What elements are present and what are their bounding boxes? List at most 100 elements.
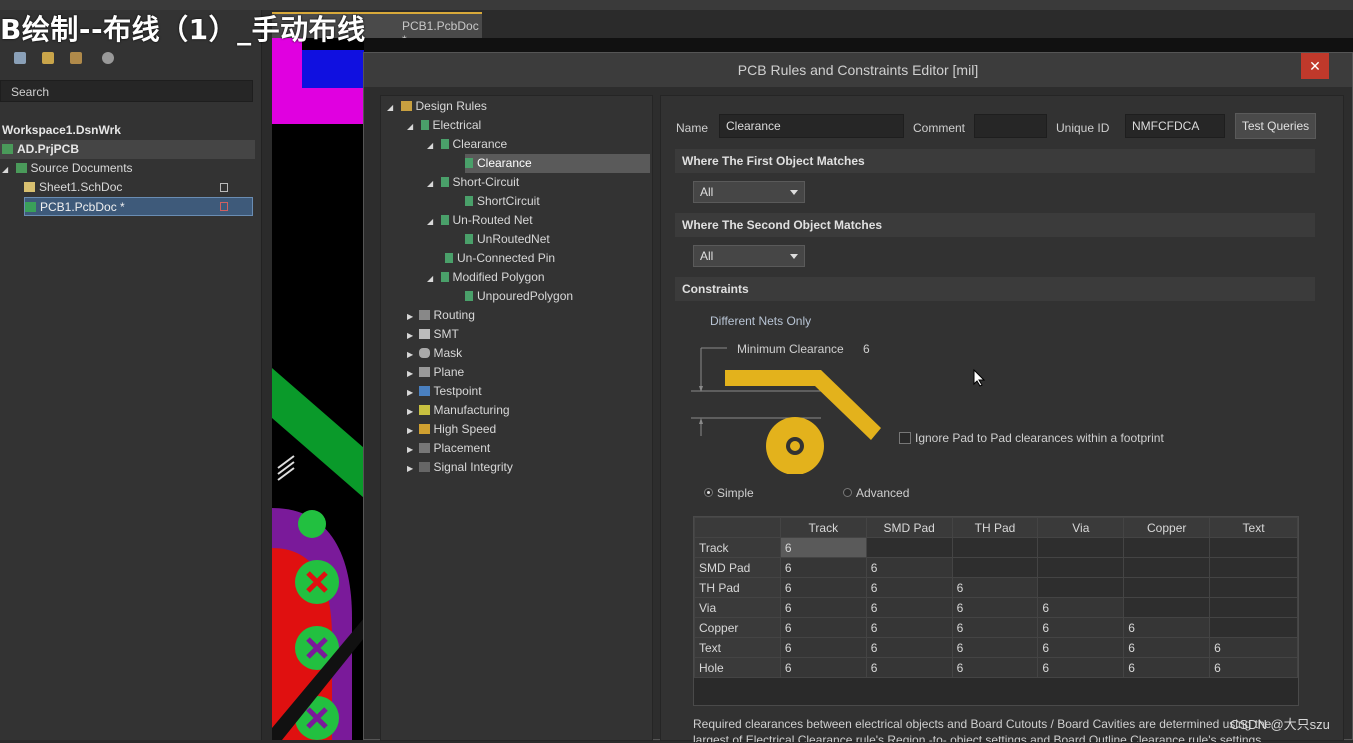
- expand-arrow-icon[interactable]: ▶: [407, 312, 413, 321]
- matrix-cell[interactable]: 6: [951, 637, 1039, 658]
- matrix-cell[interactable]: 6: [1037, 657, 1125, 678]
- tree-label: Manufacturing: [433, 403, 510, 417]
- expand-arrow-icon[interactable]: ▶: [407, 407, 413, 416]
- expand-arrow-icon[interactable]: ▶: [407, 369, 413, 378]
- matrix-cell[interactable]: 6: [779, 557, 867, 578]
- tree-item-unrouted-group[interactable]: ◢ Un-Routed Net: [427, 211, 533, 230]
- matrix-cell[interactable]: 6: [779, 577, 867, 598]
- matrix-cell[interactable]: 6: [951, 657, 1039, 678]
- source-documents-folder[interactable]: ◢ Source Documents: [2, 159, 133, 178]
- tree-item-placement[interactable]: ▶ Placement: [407, 439, 490, 458]
- tree-item-shortcircuit-rule[interactable]: ShortCircuit: [465, 192, 540, 211]
- advanced-radio[interactable]: [843, 488, 852, 497]
- simple-radio[interactable]: [704, 488, 713, 497]
- rule-icon: [440, 139, 449, 149]
- tree-item-smt[interactable]: ▶ SMT: [407, 325, 459, 344]
- matrix-cell[interactable]: 6: [951, 617, 1039, 638]
- pcb-canvas[interactable]: [272, 38, 364, 740]
- tree-item-clearance-rule[interactable]: Clearance: [465, 154, 650, 173]
- unique-id-field[interactable]: NMFCFDCA: [1125, 114, 1225, 138]
- workspace-item[interactable]: Workspace1.DsnWrk: [2, 121, 121, 140]
- different-nets-option[interactable]: Different Nets Only: [710, 314, 811, 328]
- col-header: Via: [1037, 517, 1125, 538]
- second-match-select[interactable]: All: [693, 245, 805, 267]
- comment-field[interactable]: [974, 114, 1047, 138]
- tree-item-mask[interactable]: ▶ Mask: [407, 344, 462, 363]
- tree-item-routing[interactable]: ▶ Routing: [407, 306, 475, 325]
- matrix-cell[interactable]: 6: [1209, 657, 1298, 678]
- rule-icon: [440, 272, 449, 282]
- tree-item-clearance-group[interactable]: ◢ Clearance: [427, 135, 507, 154]
- folder-icon[interactable]: [70, 52, 82, 64]
- tree-item-manufacturing[interactable]: ▶ Manufacturing: [407, 401, 510, 420]
- matrix-cell: [1123, 597, 1211, 618]
- matrix-cell[interactable]: 6: [779, 637, 867, 658]
- expand-arrow-icon[interactable]: ▶: [407, 388, 413, 397]
- matrix-row: Hole 6 6 6 6 6 6: [694, 657, 1298, 678]
- tree-item-unroutednet-rule[interactable]: UnRoutedNet: [465, 230, 550, 249]
- collapse-arrow-icon[interactable]: ◢: [427, 141, 433, 150]
- matrix-cell[interactable]: 6: [865, 637, 953, 658]
- first-match-select[interactable]: All: [693, 181, 805, 203]
- matrix-cell[interactable]: 6: [779, 617, 867, 638]
- close-button[interactable]: ✕: [1301, 53, 1329, 79]
- tree-item-modified-polygon[interactable]: ◢ Modified Polygon: [427, 268, 545, 287]
- open-folder-icon[interactable]: [42, 52, 54, 64]
- matrix-cell[interactable]: 6: [865, 617, 953, 638]
- tree-item-unpouredpolygon-rule[interactable]: UnpouredPolygon: [465, 287, 573, 306]
- name-field[interactable]: Clearance: [719, 114, 904, 138]
- matrix-row: Copper 6 6 6 6 6: [694, 617, 1298, 638]
- tree-item-electrical[interactable]: ◢ Electrical: [407, 116, 481, 135]
- collapse-arrow-icon[interactable]: ◢: [407, 122, 413, 131]
- collapse-arrow-icon[interactable]: ◢: [427, 274, 433, 283]
- matrix-cell[interactable]: 6: [865, 657, 953, 678]
- file-item-sheet1[interactable]: Sheet1.SchDoc: [24, 178, 122, 197]
- plane-icon: [418, 367, 430, 377]
- matrix-cell[interactable]: 6: [1209, 637, 1298, 658]
- tree-item-short-circuit-group[interactable]: ◢ Short-Circuit: [427, 173, 519, 192]
- matrix-cell[interactable]: 6: [1037, 637, 1125, 658]
- save-icon[interactable]: [14, 52, 26, 64]
- matrix-cell[interactable]: 6: [951, 597, 1039, 618]
- test-queries-button[interactable]: Test Queries: [1235, 113, 1316, 139]
- unique-id-label: Unique ID: [1056, 121, 1110, 135]
- tree-item-design-rules[interactable]: ◢ Design Rules: [387, 97, 487, 116]
- matrix-cell: [951, 557, 1039, 578]
- matrix-cell[interactable]: 6: [779, 597, 867, 618]
- matrix-cell[interactable]: 6: [779, 537, 867, 558]
- file-item-pcb1[interactable]: PCB1.PcbDoc *: [24, 197, 253, 216]
- tree-item-testpoint[interactable]: ▶ Testpoint: [407, 382, 482, 401]
- search-input[interactable]: Search: [0, 80, 253, 102]
- expand-arrow-icon[interactable]: ▶: [407, 331, 413, 340]
- tree-item-plane[interactable]: ▶ Plane: [407, 363, 464, 382]
- expand-arrow-icon[interactable]: ▶: [407, 464, 413, 473]
- matrix-cell[interactable]: 6: [1123, 637, 1211, 658]
- collapse-arrow-icon[interactable]: ◢: [427, 217, 433, 226]
- tree-item-unconnected-pin[interactable]: Un-Connected Pin: [445, 249, 555, 268]
- matrix-cell[interactable]: 6: [779, 657, 867, 678]
- clearance-matrix[interactable]: Track SMD Pad TH Pad Via Copper Text Tra…: [693, 516, 1299, 706]
- tree-item-signal-integrity[interactable]: ▶ Signal Integrity: [407, 458, 513, 477]
- tree-item-high-speed[interactable]: ▶ High Speed: [407, 420, 496, 439]
- name-label: Name: [676, 121, 709, 135]
- matrix-cell[interactable]: 6: [865, 557, 953, 578]
- project-item[interactable]: AD.PrjPCB: [0, 140, 255, 159]
- expand-arrow-icon[interactable]: ▶: [407, 426, 413, 435]
- matrix-cell[interactable]: 6: [865, 597, 953, 618]
- expand-arrow-icon[interactable]: ▶: [407, 445, 413, 454]
- matrix-cell: [1037, 537, 1125, 558]
- matrix-cell[interactable]: 6: [1123, 657, 1211, 678]
- collapse-arrow-icon[interactable]: ◢: [427, 179, 433, 188]
- matrix-cell[interactable]: 6: [865, 577, 953, 598]
- matrix-cell[interactable]: 6: [951, 577, 1039, 598]
- matrix-cell[interactable]: 6: [1037, 597, 1125, 618]
- row-header: Copper: [694, 617, 781, 638]
- select-value: All: [700, 185, 714, 199]
- expand-arrow-icon[interactable]: ◢: [2, 165, 8, 174]
- matrix-cell[interactable]: 6: [1037, 617, 1125, 638]
- gear-icon[interactable]: [102, 52, 114, 64]
- matrix-cell[interactable]: 6: [1123, 617, 1211, 638]
- expand-arrow-icon[interactable]: ▶: [407, 350, 413, 359]
- ignore-pad-checkbox[interactable]: [899, 432, 911, 444]
- collapse-arrow-icon[interactable]: ◢: [387, 103, 393, 112]
